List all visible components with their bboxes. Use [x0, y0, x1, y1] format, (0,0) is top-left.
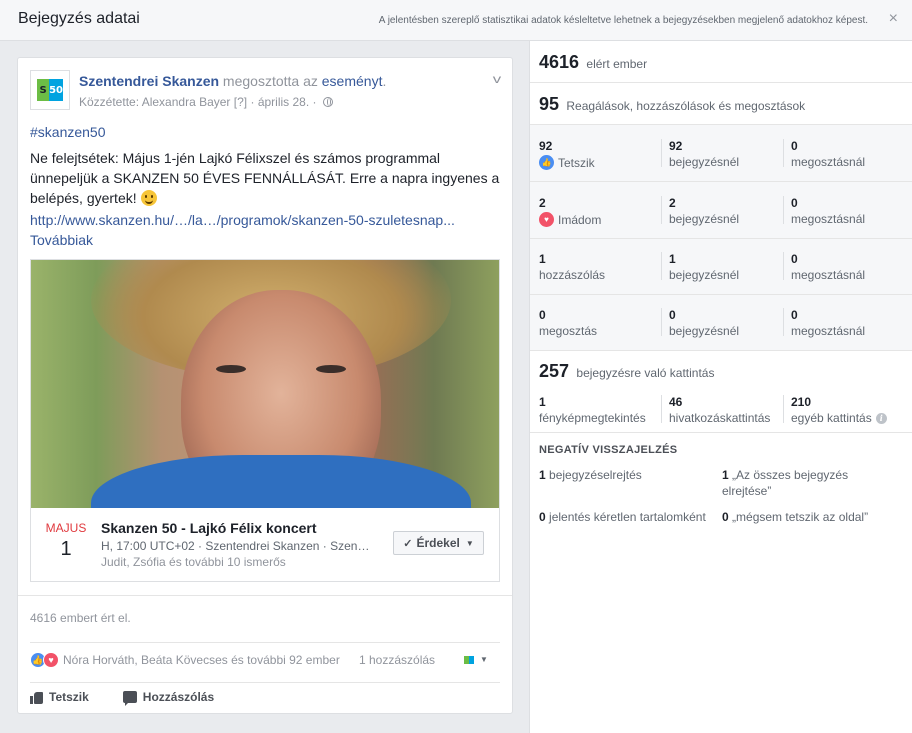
clicks-section: 257 bejegyzésre való kattintás 1 fénykép… [530, 351, 912, 433]
dialog-header: Bejegyzés adatai A jelentésben szereplő … [0, 0, 912, 41]
close-icon[interactable]: × [889, 10, 898, 28]
check-icon: ✓ [403, 537, 413, 550]
unlike-page-stat: 0 „mégsem tetszik az oldal” [722, 510, 869, 524]
stats-pane: 4616 elért ember 95 Reagálások, hozzászó… [529, 41, 912, 733]
event-friends: Judit, Zsófia és további 10 ismerős [101, 555, 286, 569]
event-link[interactable]: eseményt [322, 73, 383, 89]
shares-total: 0 megosztás [539, 308, 598, 338]
page-flag-icon [464, 655, 474, 664]
comments-count[interactable]: 1 hozzászólás [359, 653, 435, 667]
published-by: Közzétette: Alexandra Bayer [79, 95, 231, 109]
likes-on-shares: 0 megosztásnál [791, 139, 866, 169]
event-cover-photo[interactable] [31, 260, 499, 508]
event-details: H, 17:00 UTC+02 · Szentendrei Skanzen · … [101, 539, 370, 553]
post-meta: Közzétette: Alexandra Bayer [?] · áprili… [79, 95, 333, 109]
engagement-breakdown: 92 👍 Tetszik 92 bejegyzésnél 0 megosztásn… [530, 125, 912, 351]
negative-feedback-section: NEGATÍV VISSZAJELZÉS 1 bejegyzéselrejtés… [530, 433, 912, 553]
event-title[interactable]: Skanzen 50 - Lajkó Félix koncert [101, 520, 317, 536]
caret-down-icon: ▼ [480, 655, 488, 664]
reach-label: elért ember [586, 57, 648, 71]
caret-down-icon: ▼ [465, 538, 474, 548]
love-reaction-icon: ♥ [43, 652, 59, 668]
divider [30, 682, 500, 683]
like-button[interactable]: Tetszik [30, 690, 89, 704]
comments-on-shares: 0 megosztásnál [791, 252, 866, 282]
other-clicks: 210 egyéb kattintás i [791, 395, 887, 425]
post-url-link[interactable]: http://www.skanzen.hu/…/la…/programok/sk… [30, 212, 455, 228]
photo-views: 1 fényképmegtekintés [539, 395, 646, 425]
hide-post-stat: 1 bejegyzéselrejtés [539, 468, 642, 482]
info-icon[interactable]: i [875, 412, 887, 424]
love-on-shares: 0 megosztásnál [791, 196, 866, 226]
post-actions: Tetszik Hozzászólás [30, 690, 214, 706]
divider [18, 595, 512, 596]
event-month: MAJUS [45, 521, 87, 535]
likes-total: 92 👍 Tetszik [539, 139, 595, 170]
reactors-text: Nóra Horváth, Beáta Kövecses és további … [63, 653, 340, 667]
see-more-link[interactable]: Továbbiak [30, 232, 93, 248]
love-total: 2 ♥ Imádom [539, 196, 602, 227]
negative-feedback-title: NEGATÍV VISSZAJELZÉS [539, 444, 678, 456]
smiley-emoji-icon [140, 190, 157, 206]
post-header-line: Szentendrei Skanzen megosztotta az esemé… [79, 73, 387, 89]
engagement-label: Reagálások, hozzászólások és megosztások [566, 99, 806, 113]
engagement-section: 95 Reagálások, hozzászólások és megosztá… [530, 83, 912, 125]
help-mark[interactable]: [?] [234, 95, 247, 109]
reach-value: 4616 [539, 52, 580, 72]
dialog-title: Bejegyzés adatai [18, 10, 140, 27]
clicks-label: bejegyzésre való kattintás [576, 366, 715, 380]
link-clicks: 46 hivatkozáskattintás [669, 395, 771, 425]
shares-on-post: 0 bejegyzésnél [669, 308, 740, 338]
comment-button[interactable]: Hozzászólás [122, 690, 214, 706]
love-reaction-icon: ♥ [539, 212, 554, 227]
shares-on-shares: 0 megosztásnál [791, 308, 866, 338]
event-attachment[interactable]: MAJUS 1 Skanzen 50 - Lajkó Félix koncert… [30, 259, 500, 582]
thumbs-up-icon [30, 691, 43, 704]
comment-icon [122, 691, 137, 706]
divider [30, 642, 500, 643]
comments-total: 1 hozzászólás [539, 252, 606, 282]
page-name-link[interactable]: Szentendrei Skanzen [79, 73, 219, 89]
skanzen-logo: S 50 [37, 79, 63, 101]
interested-label: Érdekel [416, 536, 460, 550]
delay-note: A jelentésben szereplő statisztikai adat… [378, 15, 868, 26]
audience-selector[interactable]: ▼ [464, 655, 488, 664]
chevron-down-icon[interactable]: v [493, 72, 501, 86]
post-date[interactable]: április 28. [258, 95, 309, 109]
page-avatar[interactable]: S 50 [30, 70, 70, 110]
comments-on-post: 1 bejegyzésnél [669, 252, 740, 282]
reach-note: 4616 embert ért el. [30, 611, 131, 625]
post-card: S 50 Szentendrei Skanzen megosztotta az … [17, 57, 513, 714]
post-text: Ne felejtsétek: Május 1-jén Lajkó Félixs… [30, 150, 500, 206]
globe-icon [322, 97, 333, 107]
event-card: MAJUS 1 Skanzen 50 - Lajkó Félix koncert… [31, 508, 499, 581]
interested-button[interactable]: ✓ Érdekel ▼ [393, 531, 484, 555]
love-on-post: 2 bejegyzésnél [669, 196, 740, 226]
clicks-value: 257 [539, 361, 570, 381]
engagement-value: 95 [539, 94, 560, 114]
event-day: 1 [60, 538, 72, 560]
post-preview-pane: S 50 Szentendrei Skanzen megosztotta az … [0, 41, 529, 733]
hide-all-posts-stat: 1 „Az összes bejegyzés elrejtése” [722, 468, 849, 498]
reactions-summary[interactable]: 👍 ♥ Nóra Horváth, Beáta Kövecses és tová… [30, 652, 340, 668]
reach-section: 4616 elért ember [530, 41, 912, 83]
like-reaction-icon: 👍 [539, 155, 554, 170]
spam-report-stat: 0 jelentés kéretlen tartalomként [539, 510, 706, 524]
hashtag-link[interactable]: #skanzen50 [30, 124, 106, 140]
likes-on-post: 92 bejegyzésnél [669, 139, 740, 169]
